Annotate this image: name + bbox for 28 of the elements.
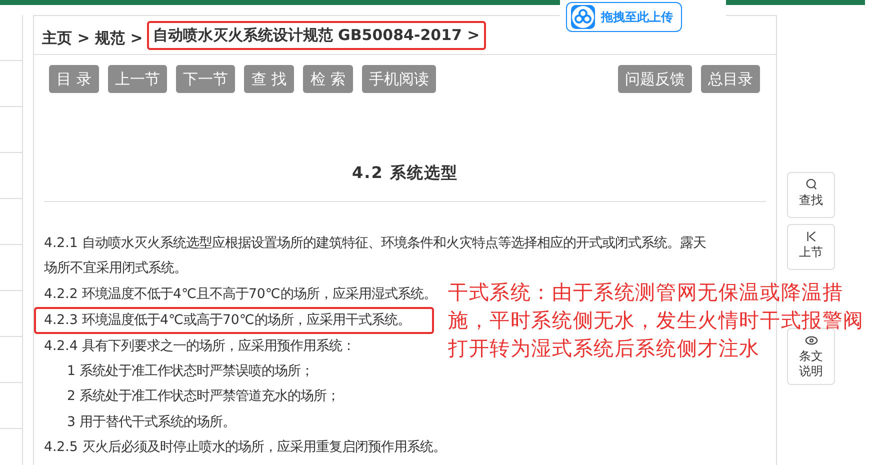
toolbar-button[interactable]: 问题反馈	[618, 65, 692, 93]
breadcrumb-current: 自动喷水灭火系统设计规范 GB50084-2017 >	[146, 20, 486, 50]
toolbar-button[interactable]: 检 索	[303, 65, 353, 93]
clause-text: 4.2.2 环境温度不低于4℃且不高于70℃的场所，应采用湿式系统。	[44, 286, 436, 302]
clause-text: 2 系统处于准工作状态时严禁管道充水的场所；	[67, 389, 340, 404]
clause-text: 4.2.5 灭火后必须及时停止喷水的场所，应采用重复启闭预作用系统。	[44, 440, 446, 456]
toolbar-button[interactable]: 目 录	[49, 65, 99, 93]
side-tool-button[interactable]: 上节	[787, 224, 835, 270]
toolbar-button[interactable]: 下一节	[176, 65, 235, 93]
clause-text: 3 用于替代干式系统的场所。	[67, 414, 236, 430]
upload-button[interactable]: 拖拽至此上传	[566, 2, 682, 32]
eye-icon	[804, 334, 818, 347]
previous-icon	[804, 230, 818, 243]
clause-text: 4.2.4 具有下列要求之一的场所，应采用预作用系统：	[44, 338, 356, 354]
clause-text: 4.2.3 环境温度低于4℃或高于70℃的场所，应采用干式系统。	[44, 312, 410, 328]
toolbar-button[interactable]: 总目录	[701, 65, 760, 93]
cloud-icon	[571, 5, 595, 29]
annotation-text: 打开转为湿式系统后系统侧才注水	[448, 335, 760, 362]
toolbar-button[interactable]: 手机阅读	[362, 65, 436, 93]
clause-text: 1 系统处于准工作状态时严禁误喷的场所；	[67, 364, 314, 380]
section-heading: 4.2 系统选型	[351, 163, 459, 184]
search-icon	[804, 178, 818, 191]
side-tool-button[interactable]: 查找	[787, 172, 835, 218]
annotation-text: 干式系统：由于系统测管网无保温或降温措	[448, 279, 844, 306]
toolbar-button[interactable]: 上一节	[108, 65, 167, 93]
clause-text: 4.2.1 自动喷水灭火系统选型应根据设置场所的建筑特征、环境条件和火灾特点等选择相应的开式或闭式系统。露天场所不宜采用闭式系统。	[44, 236, 706, 276]
toolbar-button[interactable]: 查 找	[244, 65, 294, 93]
breadcrumb: 主页 > 规范 >	[42, 28, 143, 48]
